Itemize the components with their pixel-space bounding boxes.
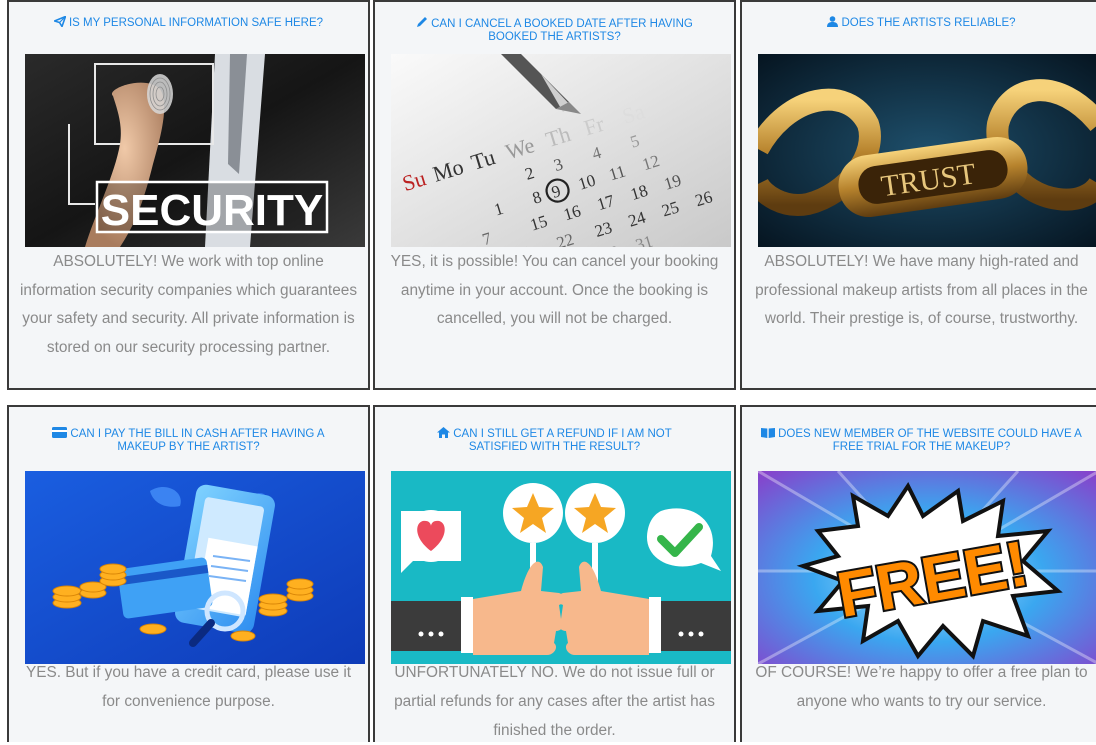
home-icon bbox=[437, 427, 451, 441]
free-offer-image: FREE! bbox=[758, 471, 1096, 664]
calendar-image: Su Mo Tu We Th Fr Sa 2345 18 9 10 11 12 7 15… bbox=[391, 54, 731, 247]
faq-question[interactable]: CAN I PAY THE BILL IN CASH AFTER HAVING … bbox=[9, 407, 368, 453]
faq-answer: ABSOLUTELY! We have many high-rated and … bbox=[755, 253, 1088, 327]
security-text: SECURITY bbox=[101, 186, 323, 235]
faq-answer: ABSOLUTELY! We work with top online info… bbox=[19, 253, 358, 356]
faq-answer: OF COURSE! We’re happy to offer a free p… bbox=[755, 664, 1088, 710]
faq-answer: UNFORTUNATELY NO. We do not issue full o… bbox=[394, 664, 715, 739]
security-image: SECURITY bbox=[25, 54, 365, 247]
faq-card-pay-cash: CAN I PAY THE BILL IN CASH AFTER HAVING … bbox=[7, 405, 370, 742]
faq-card-refund: CAN I STILL GET A REFUND IF I AM NOT SAT… bbox=[373, 405, 736, 742]
credit-card-icon bbox=[52, 427, 68, 441]
book-icon bbox=[761, 427, 776, 441]
pencil-icon bbox=[416, 16, 428, 31]
faq-question[interactable]: IS MY PERSONAL INFORMATION SAFE HERE? bbox=[9, 2, 368, 32]
paper-plane-icon bbox=[52, 15, 67, 30]
faq-card-cancel: CAN I CANCEL A BOOKED DATE AFTER HAVING … bbox=[373, 0, 736, 390]
user-icon bbox=[827, 16, 839, 30]
payment-image bbox=[25, 471, 365, 664]
faq-answer: YES, it is possible! You can cancel your… bbox=[390, 253, 719, 327]
faq-card-security: IS MY PERSONAL INFORMATION SAFE HERE? SE… bbox=[7, 0, 370, 390]
faq-question[interactable]: CAN I CANCEL A BOOKED DATE AFTER HAVING … bbox=[375, 2, 734, 43]
faq-card-reliable: DOES THE ARTISTS RELIABLE? TRUST ABSOLUT… bbox=[740, 0, 1096, 390]
feedback-image bbox=[391, 471, 731, 664]
faq-answer: YES. But if you have a credit card, plea… bbox=[25, 664, 352, 710]
faq-question[interactable]: CAN I STILL GET A REFUND IF I AM NOT SAT… bbox=[375, 407, 734, 453]
trust-chain-image: TRUST bbox=[758, 54, 1096, 247]
faq-card-free-trial: DOES NEW MEMBER OF THE WEBSITE COULD HAV… bbox=[740, 405, 1096, 742]
faq-question[interactable]: DOES NEW MEMBER OF THE WEBSITE COULD HAV… bbox=[742, 407, 1096, 453]
faq-question[interactable]: DOES THE ARTISTS RELIABLE? bbox=[742, 2, 1096, 32]
